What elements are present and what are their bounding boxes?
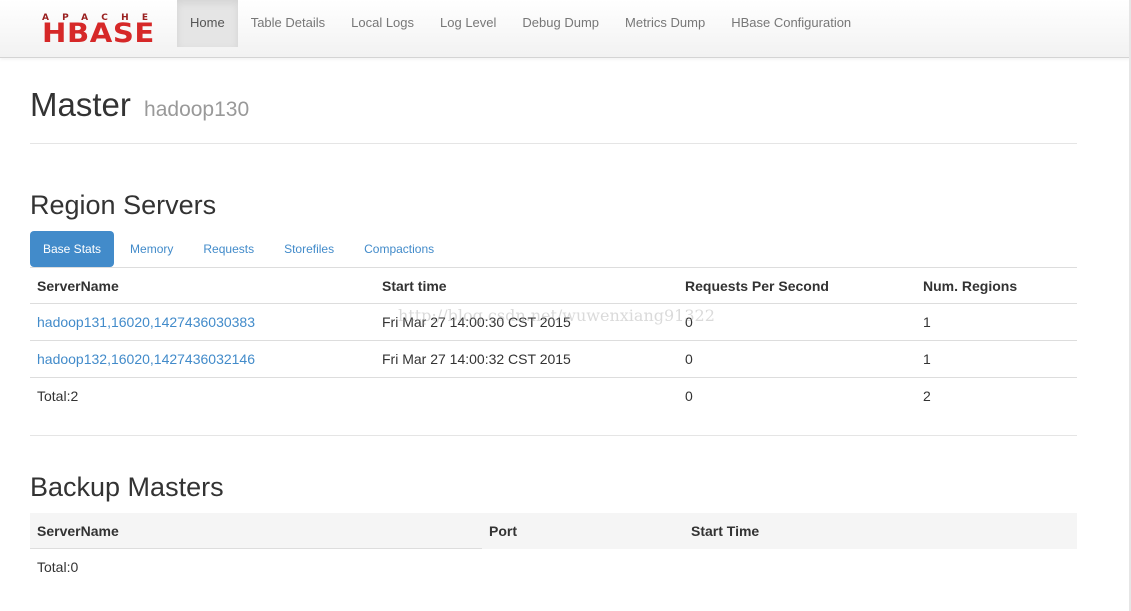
nav-local-logs[interactable]: Local Logs [338, 0, 427, 45]
region-servers-tabs: Base Stats Memory Requests Storefiles Co… [30, 231, 450, 267]
tab-requests[interactable]: Requests [189, 231, 268, 267]
nav-debug-dump[interactable]: Debug Dump [509, 0, 612, 45]
total-num-regions: 2 [923, 388, 931, 404]
column-header: Requests Per Second [685, 277, 829, 294]
tab-storefiles[interactable]: Storefiles [270, 231, 348, 267]
nav-home[interactable]: Home [177, 0, 238, 47]
total-label: Total:2 [37, 388, 79, 404]
tab-compactions[interactable]: Compactions [350, 231, 448, 267]
tab-base-stats[interactable]: Base Stats [30, 231, 115, 267]
start-time-cell: Fri Mar 27 14:00:32 CST 2015 [382, 351, 571, 367]
section-divider [30, 435, 1077, 436]
page-title-master: Master [30, 86, 131, 123]
total-label: Total:0 [30, 548, 482, 585]
region-servers-table: ServerName Start time Requests Per Secon… [30, 267, 1077, 414]
requests-per-second-cell: 0 [685, 314, 693, 330]
column-header: ServerName [37, 277, 119, 294]
column-header: Port [489, 522, 517, 539]
column-header: Start Time [691, 522, 760, 539]
hbase-logo[interactable]: APACHE HBASE [42, 13, 164, 49]
page-title: Master hadoop130 [30, 86, 249, 124]
num-regions-cell: 1 [923, 314, 931, 330]
title-divider [30, 143, 1077, 144]
region-servers-heading: Region Servers [30, 190, 217, 220]
nav-hbase-configuration[interactable]: HBase Configuration [718, 0, 864, 45]
table-row: hadoop131,16020,1427436030383 Fri Mar 27… [30, 303, 1077, 341]
total-row: Total:0 [30, 548, 1077, 585]
column-header: Start time [382, 277, 447, 294]
backup-masters-table: ServerName Port Start Time Total:0 [30, 513, 1077, 585]
nav-log-level[interactable]: Log Level [427, 0, 509, 45]
table-header-row: ServerName Port Start Time [30, 513, 1077, 549]
table-row: hadoop132,16020,1427436032146 Fri Mar 27… [30, 340, 1077, 378]
total-requests-per-second: 0 [685, 388, 693, 404]
tab-memory[interactable]: Memory [116, 231, 187, 267]
nav-table-details[interactable]: Table Details [238, 0, 338, 45]
num-regions-cell: 1 [923, 351, 931, 367]
backup-masters-heading: Backup Masters [30, 472, 224, 502]
logo-hbase-text: HBASE [42, 18, 155, 49]
nav-metrics-dump[interactable]: Metrics Dump [612, 0, 718, 45]
top-navbar: APACHE HBASE Home Table Details Local Lo… [0, 0, 1131, 58]
server-link[interactable]: hadoop132,16020,1427436032146 [37, 351, 255, 367]
column-header: ServerName [37, 522, 119, 539]
table-header-row: ServerName Start time Requests Per Secon… [30, 267, 1077, 304]
server-link[interactable]: hadoop131,16020,1427436030383 [37, 314, 255, 330]
column-header: Num. Regions [923, 277, 1018, 294]
requests-per-second-cell: 0 [685, 351, 693, 367]
total-row: Total:2 0 2 [30, 377, 1077, 415]
master-hostname: hadoop130 [144, 98, 250, 121]
start-time-cell: Fri Mar 27 14:00:30 CST 2015 [382, 314, 571, 330]
main-nav: Home Table Details Local Logs Log Level … [177, 0, 864, 47]
